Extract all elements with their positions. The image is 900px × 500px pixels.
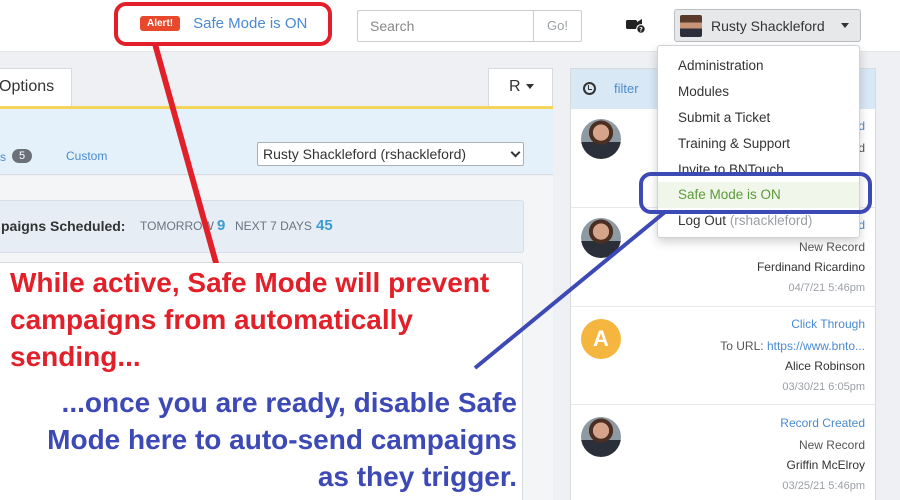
blue-highlight-box bbox=[639, 172, 872, 214]
red-pointer-line bbox=[152, 44, 219, 263]
red-highlight-box bbox=[114, 2, 332, 46]
red-callout-text: While active, Safe Mode will prevent cam… bbox=[10, 267, 490, 372]
blue-callout-text: ...once you are ready, disable Safe Mode… bbox=[47, 387, 517, 492]
